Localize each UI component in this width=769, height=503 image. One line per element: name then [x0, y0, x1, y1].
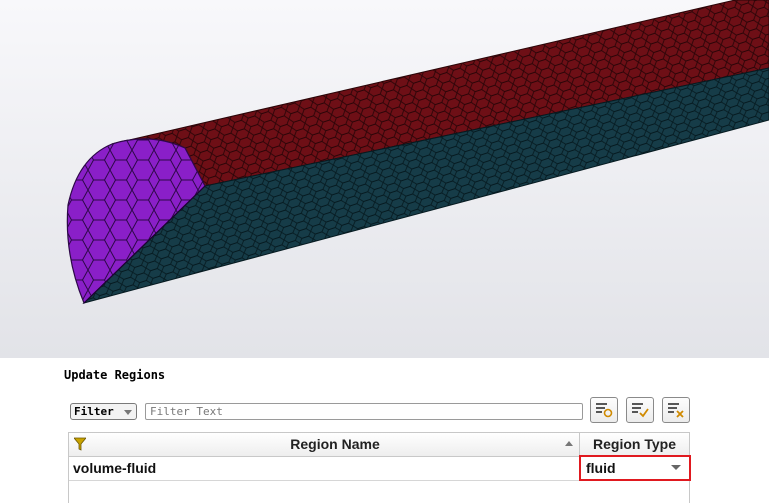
filter-dropdown-label: Filter [74, 405, 114, 418]
sort-ascending-icon [565, 441, 573, 446]
graphics-viewport[interactable] [0, 0, 769, 358]
table-row[interactable]: volume-fluid fluid [69, 455, 691, 481]
checkmark-icon [632, 403, 649, 418]
update-regions-panel: Update Regions Filter Region Name [0, 358, 769, 503]
mesh-render [66, 0, 769, 305]
clear-icon [668, 403, 684, 418]
panel-title: Update Regions [64, 368, 166, 382]
region-type-dropdown[interactable]: fluid [579, 455, 691, 481]
column-header-region-name[interactable]: Region Name [91, 433, 579, 456]
select-all-icon [596, 403, 613, 418]
region-type-value: fluid [586, 460, 616, 476]
table-header: Region Name Region Type [69, 433, 689, 457]
funnel-icon[interactable] [74, 437, 86, 451]
filter-text-input[interactable] [145, 403, 583, 420]
column-header-region-type[interactable]: Region Type [580, 433, 689, 456]
chevron-down-icon [124, 410, 132, 415]
chevron-down-icon [671, 465, 681, 470]
region-name-cell: volume-fluid [73, 460, 157, 476]
select-all-button[interactable] [590, 397, 618, 423]
apply-button[interactable] [626, 397, 654, 423]
clear-button[interactable] [662, 397, 690, 423]
filter-dropdown[interactable]: Filter [70, 403, 137, 420]
regions-table: Region Name Region Type volume-fluid flu… [68, 432, 691, 503]
